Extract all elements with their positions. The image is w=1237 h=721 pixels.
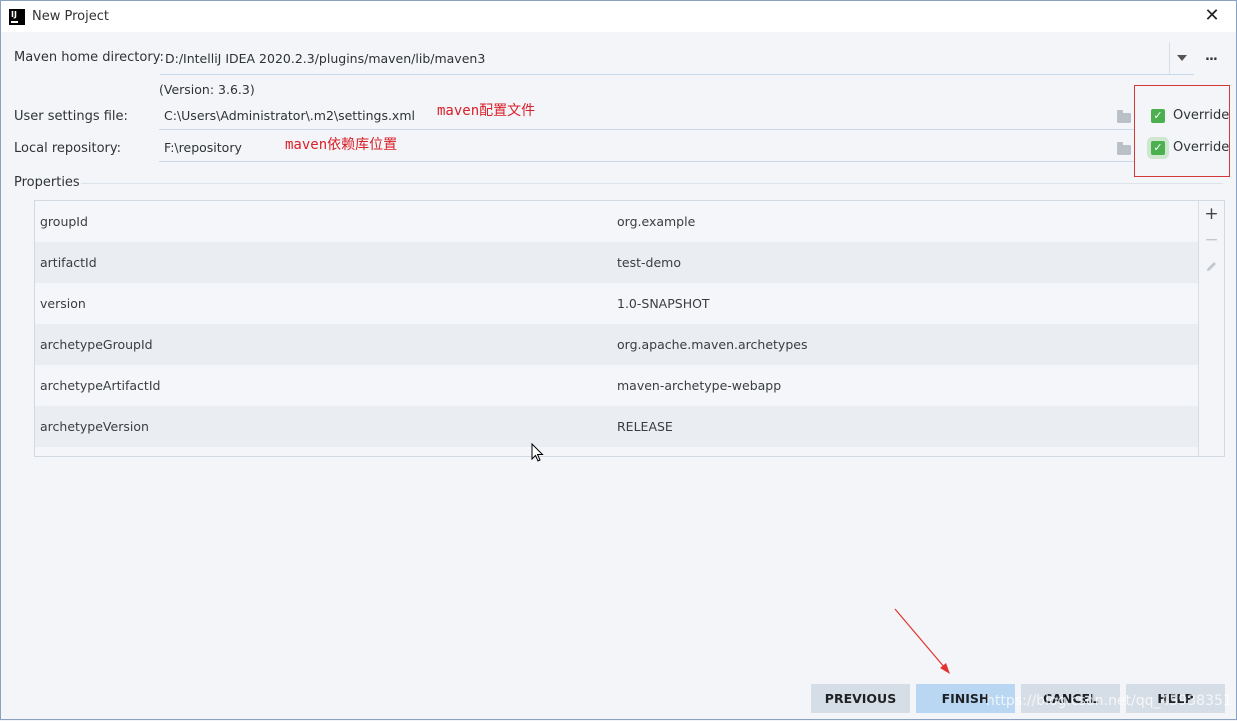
property-key: artifactId: [40, 255, 97, 270]
help-button[interactable]: HELP: [1126, 684, 1225, 713]
repository-annotation: maven依赖库位置: [285, 137, 398, 153]
user-settings-label: User settings file:: [14, 109, 128, 124]
annotation-highlight-box: [1134, 85, 1230, 177]
section-divider: [81, 183, 1223, 184]
folder-open-icon[interactable]: [1117, 110, 1131, 123]
properties-table: groupId org.example artifactId test-demo…: [34, 200, 1225, 457]
properties-title: Properties: [14, 175, 80, 190]
new-project-dialog: IJ New Project ✕ Maven home directory: D…: [0, 0, 1237, 720]
property-value[interactable]: maven-archetype-webapp: [617, 378, 1199, 393]
browse-maven-home-button[interactable]: ...: [1205, 49, 1218, 64]
local-repository-value: F:\repository: [164, 139, 242, 155]
close-button[interactable]: ✕: [1202, 6, 1222, 26]
chevron-down-icon[interactable]: [1169, 42, 1194, 74]
property-value[interactable]: RELEASE: [617, 419, 1199, 434]
cancel-button[interactable]: CANCEL: [1021, 684, 1120, 713]
mouse-cursor-icon: [531, 443, 544, 462]
add-icon[interactable]: +: [1199, 201, 1224, 227]
table-row[interactable]: artifactId test-demo: [35, 242, 1199, 283]
remove-icon[interactable]: −: [1199, 227, 1224, 253]
table-row[interactable]: archetypeGroupId org.apache.maven.archet…: [35, 324, 1199, 365]
table-row[interactable]: archetypeVersion RELEASE: [35, 406, 1199, 447]
maven-home-label: Maven home directory:: [14, 50, 164, 65]
title-bar: IJ New Project ✕: [1, 1, 1236, 32]
user-settings-field[interactable]: C:\Users\Administrator\.m2\settings.xml: [159, 101, 1135, 130]
table-row[interactable]: groupId org.example: [35, 201, 1199, 242]
property-key: archetypeArtifactId: [40, 378, 161, 393]
property-value[interactable]: org.example: [617, 214, 1199, 229]
finish-button[interactable]: FINISH: [916, 684, 1015, 713]
property-value[interactable]: org.apache.maven.archetypes: [617, 337, 1199, 352]
properties-toolbar: + −: [1198, 201, 1224, 456]
property-key: groupId: [40, 214, 88, 229]
maven-home-combobox[interactable]: D:/IntelliJ IDEA 2020.2.3/plugins/maven/…: [160, 42, 1194, 75]
property-key: version: [40, 296, 86, 311]
folder-open-icon[interactable]: [1117, 142, 1131, 155]
table-row[interactable]: archetypeArtifactId maven-archetype-weba…: [35, 365, 1199, 406]
close-icon: ✕: [1204, 5, 1220, 26]
previous-button[interactable]: PREVIOUS: [811, 684, 910, 713]
property-value[interactable]: test-demo: [617, 255, 1199, 270]
user-settings-value: C:\Users\Administrator\.m2\settings.xml: [164, 107, 415, 123]
table-row[interactable]: version 1.0-SNAPSHOT: [35, 283, 1199, 324]
property-value[interactable]: 1.0-SNAPSHOT: [617, 296, 1199, 311]
edit-icon[interactable]: [1199, 253, 1224, 279]
maven-home-value: D:/IntelliJ IDEA 2020.2.3/plugins/maven/…: [165, 50, 486, 66]
property-key: archetypeGroupId: [40, 337, 153, 352]
maven-version-text: (Version: 3.6.3): [159, 82, 255, 97]
intellij-logo-icon: IJ: [9, 8, 25, 25]
settings-annotation: maven配置文件: [437, 103, 536, 119]
local-repository-label: Local repository:: [14, 141, 121, 156]
window-title: New Project: [32, 9, 109, 24]
properties-rows: groupId org.example artifactId test-demo…: [35, 201, 1199, 447]
property-key: archetypeVersion: [40, 419, 149, 434]
